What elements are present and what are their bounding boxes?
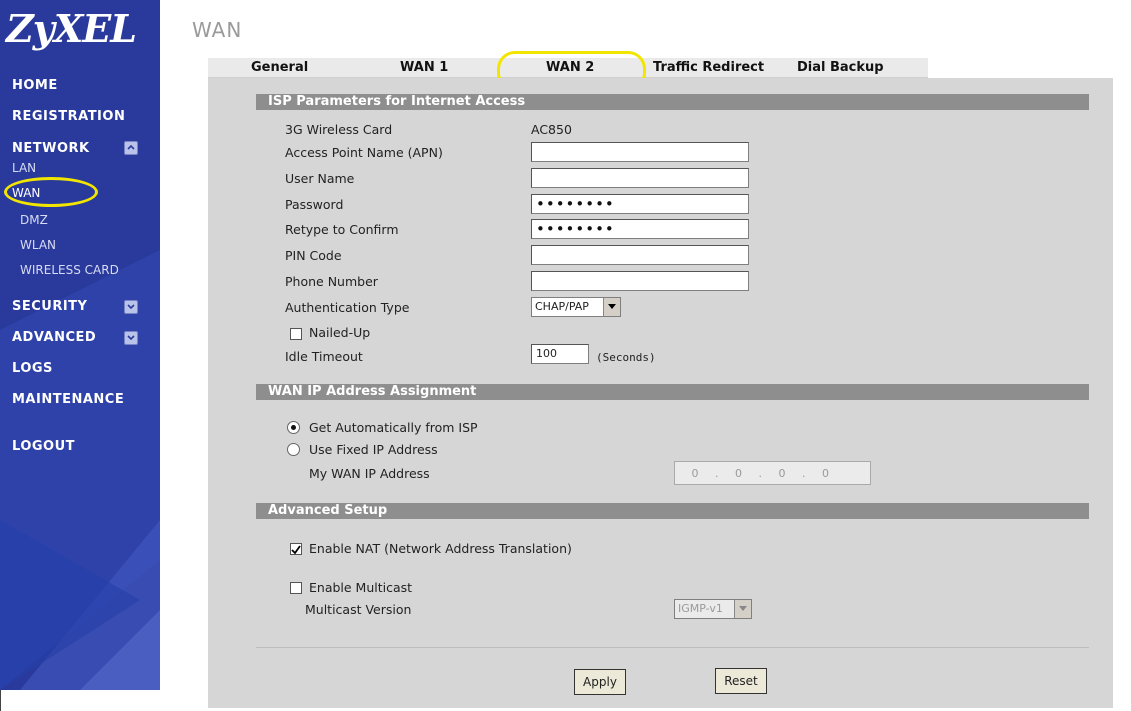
password-input[interactable]: •••••••• <box>531 194 749 214</box>
auth-type-select[interactable]: CHAP/PAP <box>531 297 621 317</box>
idle-timeout-label: Idle Timeout <box>285 349 363 364</box>
nav-security[interactable]: SECURITY <box>12 299 87 314</box>
nailed-up-label: Nailed-Up <box>309 325 371 340</box>
password-label: Password <box>285 197 344 212</box>
enable-multicast-checkbox[interactable] <box>290 582 302 594</box>
get-auto-label: Get Automatically from ISP <box>309 420 478 435</box>
reset-button[interactable]: Reset <box>715 668 767 694</box>
enable-nat-checkbox[interactable] <box>290 543 302 555</box>
security-expand-icon[interactable] <box>124 300 138 314</box>
nailed-up-checkbox[interactable] <box>290 328 302 340</box>
chevron-down-icon[interactable] <box>603 298 620 316</box>
nav-home[interactable]: HOME <box>12 78 58 93</box>
pin-input[interactable] <box>531 245 749 265</box>
advanced-section-header: Advanced Setup <box>256 503 1089 519</box>
get-auto-radio[interactable] <box>287 421 300 434</box>
pin-label: PIN Code <box>285 248 342 263</box>
checkmark-icon <box>291 545 301 555</box>
nav-logout[interactable]: LOGOUT <box>12 439 75 454</box>
nav-dmz[interactable]: DMZ <box>20 213 48 227</box>
card-value: AC850 <box>531 122 572 137</box>
nav-registration[interactable]: REGISTRATION <box>12 109 125 124</box>
tab-general[interactable]: General <box>251 60 308 75</box>
apn-label: Access Point Name (APN) <box>285 145 443 160</box>
tab-dial-backup[interactable]: Dial Backup <box>797 60 884 75</box>
username-input[interactable] <box>531 168 749 188</box>
isp-section-header: ISP Parameters for Internet Access <box>256 94 1089 110</box>
zyxel-logo: ZyXEL <box>6 6 137 51</box>
ip-octet-1[interactable]: 0 <box>675 467 715 480</box>
chevron-down-icon[interactable] <box>734 600 751 618</box>
phone-label: Phone Number <box>285 274 378 289</box>
content-panel: ISP Parameters for Internet Access 3G Wi… <box>208 78 1113 708</box>
wan-ip-address-input[interactable]: 0. 0. 0. 0 <box>674 461 871 485</box>
ip-octet-2[interactable]: 0 <box>719 467 759 480</box>
fixed-ip-radio[interactable] <box>287 443 300 456</box>
multicast-version-label: Multicast Version <box>305 602 412 617</box>
nav-wan[interactable]: WAN <box>12 186 40 200</box>
nav-network[interactable]: NETWORK <box>12 141 90 156</box>
apply-button[interactable]: Apply <box>574 669 626 695</box>
nav-logs[interactable]: LOGS <box>12 361 53 376</box>
retype-password-input[interactable]: •••••••• <box>531 219 749 239</box>
idle-timeout-unit: (Seconds) <box>596 351 656 364</box>
enable-multicast-label: Enable Multicast <box>309 580 413 595</box>
wan-ip-section-header: WAN IP Address Assignment <box>256 384 1089 400</box>
multicast-version-value: IGMP-v1 <box>678 602 723 615</box>
auth-type-label: Authentication Type <box>285 300 410 315</box>
network-collapse-icon[interactable] <box>124 141 138 155</box>
advanced-expand-icon[interactable] <box>124 331 138 345</box>
sidebar: ZyXEL HOME REGISTRATION NETWORK LAN WAN … <box>0 0 160 690</box>
apn-input[interactable] <box>531 142 749 162</box>
fixed-ip-label: Use Fixed IP Address <box>309 442 438 457</box>
idle-timeout-input[interactable]: 100 <box>531 344 589 364</box>
tab-wan1[interactable]: WAN 1 <box>400 60 448 75</box>
divider <box>256 647 1089 648</box>
username-label: User Name <box>285 171 355 186</box>
multicast-version-select[interactable]: IGMP-v1 <box>674 599 752 619</box>
my-wan-ip-label: My WAN IP Address <box>309 466 430 481</box>
retype-label: Retype to Confirm <box>285 222 399 237</box>
tab-wan2[interactable]: WAN 2 <box>546 60 594 75</box>
sidebar-background-graphic <box>0 250 160 690</box>
nav-wlan[interactable]: WLAN <box>20 238 56 252</box>
card-label: 3G Wireless Card <box>285 122 393 137</box>
phone-input[interactable] <box>531 271 749 291</box>
nav-maintenance[interactable]: MAINTENANCE <box>12 392 124 407</box>
tab-traffic-redirect[interactable]: Traffic Redirect <box>653 60 764 75</box>
ip-octet-4[interactable]: 0 <box>806 467 846 480</box>
ip-octet-3[interactable]: 0 <box>762 467 802 480</box>
auth-type-value: CHAP/PAP <box>535 300 589 313</box>
nav-wireless-card[interactable]: WIRELESS CARD <box>20 263 119 277</box>
page-title: WAN <box>192 18 243 42</box>
nav-advanced[interactable]: ADVANCED <box>12 330 96 345</box>
nav-lan[interactable]: LAN <box>12 161 36 175</box>
enable-nat-label: Enable NAT (Network Address Translation) <box>309 541 572 556</box>
